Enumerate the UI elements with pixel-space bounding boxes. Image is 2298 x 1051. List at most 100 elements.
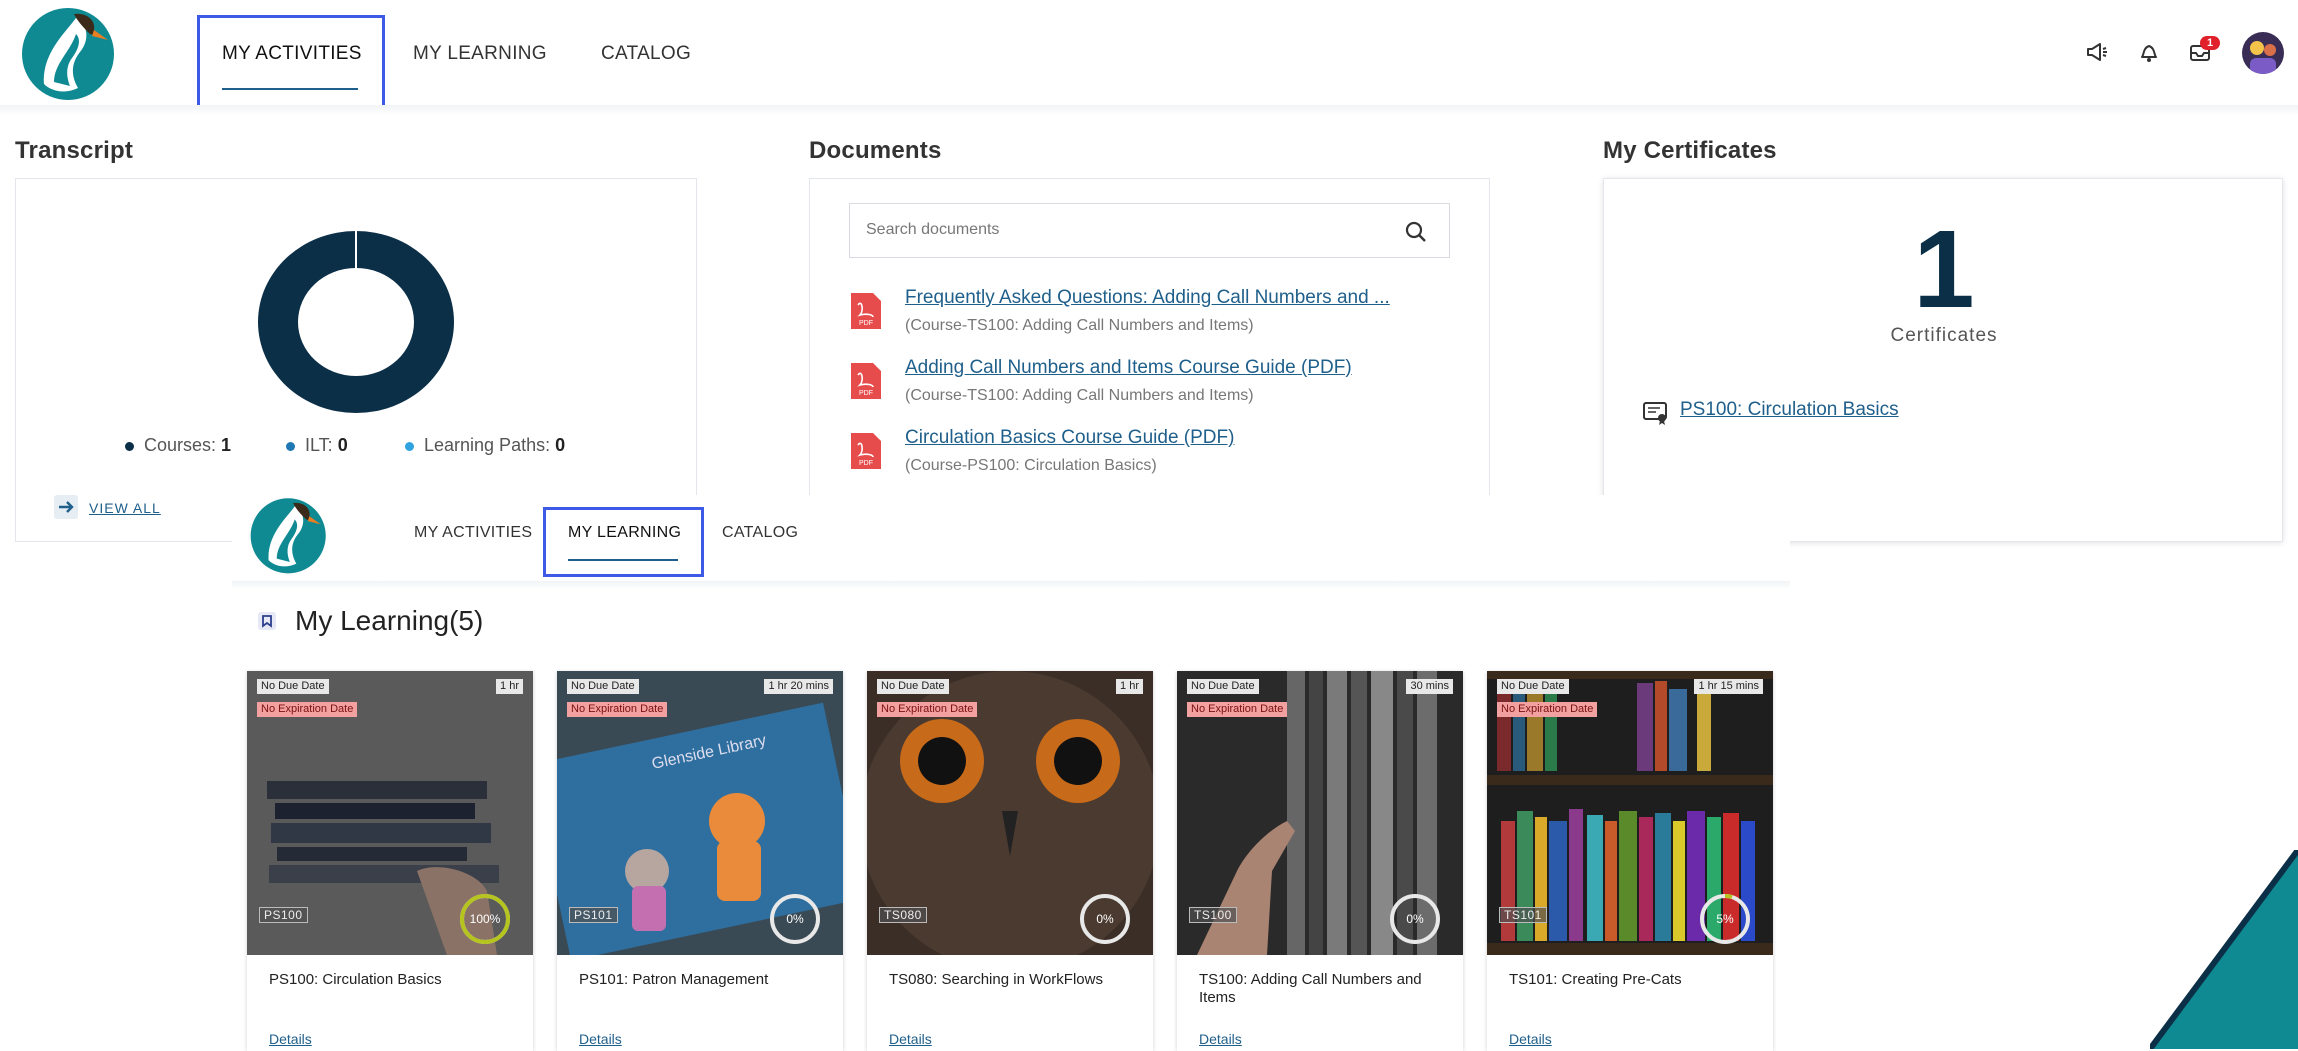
course-code-chip: PS101: [569, 907, 618, 923]
course-code-chip: TS101: [1499, 907, 1547, 923]
certificate-count: 1: [1913, 208, 1975, 331]
nav-catalog[interactable]: CATALOG: [601, 43, 691, 65]
expiration-chip: No Expiration Date: [1187, 702, 1288, 717]
certificates-card: 1 Certificates PS100: Circulation Basics: [1603, 178, 2283, 542]
duration-chip: 1 hr: [1116, 679, 1143, 694]
search-icon[interactable]: [1405, 221, 1427, 243]
transcript-donut-chart: [258, 231, 454, 413]
legend-courses-label: Courses:: [144, 435, 217, 455]
search-documents-input[interactable]: [864, 220, 1384, 240]
arrow-right-icon[interactable]: [54, 495, 78, 519]
document-link[interactable]: Frequently Asked Questions: Adding Call …: [905, 287, 1390, 309]
nav-active-underline: [222, 88, 358, 90]
my-learning-overlay: MY ACTIVITIES MY LEARNING CATALOG My Lea…: [232, 495, 1790, 1051]
due-date-chip: No Due Date: [1497, 679, 1569, 694]
pdf-badge-text: PDF: [859, 460, 873, 467]
pdf-badge-text: PDF: [859, 320, 873, 327]
legend-learning-paths-value: 0: [555, 435, 566, 455]
course-title[interactable]: PS101: Patron Management: [579, 971, 829, 989]
course-code-chip: PS100: [259, 907, 308, 923]
legend-learning-paths-label: Learning Paths:: [424, 435, 551, 455]
avatar[interactable]: [2242, 32, 2284, 74]
certificates-title: My Certificates: [1603, 137, 1777, 164]
legend-ilt-label: ILT:: [305, 435, 333, 455]
certificate-link[interactable]: PS100: Circulation Basics: [1680, 399, 1899, 421]
logo-swan-icon[interactable]: [244, 495, 334, 575]
due-date-chip: No Due Date: [877, 679, 949, 694]
bell-icon[interactable]: [2138, 40, 2160, 64]
details-link[interactable]: Details: [579, 1031, 622, 1047]
transcript-card: Courses: 1 ILT: 0 Learning Paths: 0 VIEW…: [15, 178, 697, 542]
nav-my-learning[interactable]: MY LEARNING: [568, 524, 681, 542]
overlay-header-shadow: [232, 581, 1790, 589]
nav-focus-highlight: [543, 507, 704, 577]
documents-card: PDF Frequently Asked Questions: Adding C…: [809, 178, 1490, 498]
course-title[interactable]: TS101: Creating Pre-Cats: [1509, 971, 1759, 989]
certificate-icon: [1643, 402, 1667, 425]
course-title[interactable]: TS100: Adding Call Numbers and Items: [1199, 971, 1449, 1007]
pdf-icon: PDF: [851, 293, 881, 329]
pdf-badge-text: PDF: [859, 390, 873, 397]
expiration-chip: No Expiration Date: [257, 702, 358, 717]
course-card[interactable]: No Due Date 1 hr No Expiration Date PS10…: [247, 671, 533, 1051]
legend-learning-paths: Learning Paths: 0: [405, 435, 565, 456]
course-code-chip: TS080: [879, 907, 927, 923]
details-link[interactable]: Details: [269, 1031, 312, 1047]
document-link[interactable]: Adding Call Numbers and Items Course Gui…: [905, 357, 1352, 379]
documents-title: Documents: [809, 137, 942, 164]
nav-catalog[interactable]: CATALOG: [722, 524, 798, 542]
expiration-chip: No Expiration Date: [1497, 702, 1598, 717]
my-learning-title: My Learning(5): [295, 605, 484, 636]
due-date-chip: No Due Date: [257, 679, 329, 694]
legend-learning-paths-dot: [405, 441, 414, 451]
due-date-chip: No Due Date: [567, 679, 639, 694]
expiration-chip: No Expiration Date: [877, 702, 978, 717]
course-code-chip: TS100: [1189, 907, 1237, 923]
notification-badge: 1: [2200, 36, 2220, 50]
course-card[interactable]: No Due Date 1 hr No Expiration Date TS08…: [867, 671, 1153, 1051]
documents-search-box: [849, 203, 1450, 258]
progress-percent: 100%: [469, 912, 501, 926]
details-link[interactable]: Details: [1509, 1031, 1552, 1047]
details-link[interactable]: Details: [1199, 1031, 1242, 1047]
legend-ilt: ILT: 0: [286, 435, 348, 456]
expiration-chip: No Expiration Date: [567, 702, 668, 717]
duration-chip: 30 mins: [1406, 679, 1453, 694]
certificate-label: Certificates: [1890, 325, 1998, 346]
course-title[interactable]: TS080: Searching in WorkFlows: [889, 971, 1139, 989]
document-course: (Course-TS100: Adding Call Numbers and I…: [905, 387, 1254, 404]
progress-percent: 0%: [786, 912, 804, 926]
donut-hole: [298, 268, 414, 376]
course-card[interactable]: Glenside Library No Due Date 1 hr 20 min…: [557, 671, 843, 1051]
duration-chip: 1 hr: [496, 679, 523, 694]
nav-my-activities[interactable]: MY ACTIVITIES: [222, 43, 362, 65]
pdf-icon: PDF: [851, 363, 881, 399]
logo-swan-icon[interactable]: [14, 4, 124, 102]
pdf-icon: PDF: [851, 433, 881, 469]
book-icon: [258, 612, 276, 630]
document-link[interactable]: Circulation Basics Course Guide (PDF): [905, 427, 1234, 449]
details-link[interactable]: Details: [889, 1031, 932, 1047]
nav-my-activities[interactable]: MY ACTIVITIES: [414, 524, 532, 542]
view-all-link[interactable]: VIEW ALL: [89, 500, 161, 516]
legend-courses-dot: [125, 441, 134, 451]
course-card[interactable]: No Due Date 30 mins No Expiration Date T…: [1177, 671, 1463, 1051]
megaphone-icon[interactable]: [2085, 40, 2109, 64]
decorative-corner-shape: [2150, 850, 2298, 1049]
progress-percent: 0%: [1406, 912, 1424, 926]
nav-active-underline: [568, 559, 678, 561]
transcript-title: Transcript: [15, 137, 134, 164]
legend-courses-value: 1: [221, 435, 232, 455]
document-course: (Course-PS100: Circulation Basics): [905, 457, 1157, 474]
course-card[interactable]: No Due Date 1 hr 15 mins No Expiration D…: [1487, 671, 1773, 1051]
duration-chip: 1 hr 20 mins: [764, 679, 833, 694]
legend-ilt-value: 0: [337, 435, 348, 455]
legend-ilt-dot: [286, 441, 295, 451]
progress-percent: 5%: [1716, 912, 1734, 926]
course-title[interactable]: PS100: Circulation Basics: [269, 971, 519, 989]
header-shadow: [0, 105, 2298, 115]
top-header: MY ACTIVITIES MY LEARNING CATALOG 1: [0, 0, 2298, 115]
progress-percent: 0%: [1096, 912, 1114, 926]
nav-my-learning[interactable]: MY LEARNING: [413, 43, 547, 65]
legend-courses: Courses: 1: [125, 435, 231, 456]
